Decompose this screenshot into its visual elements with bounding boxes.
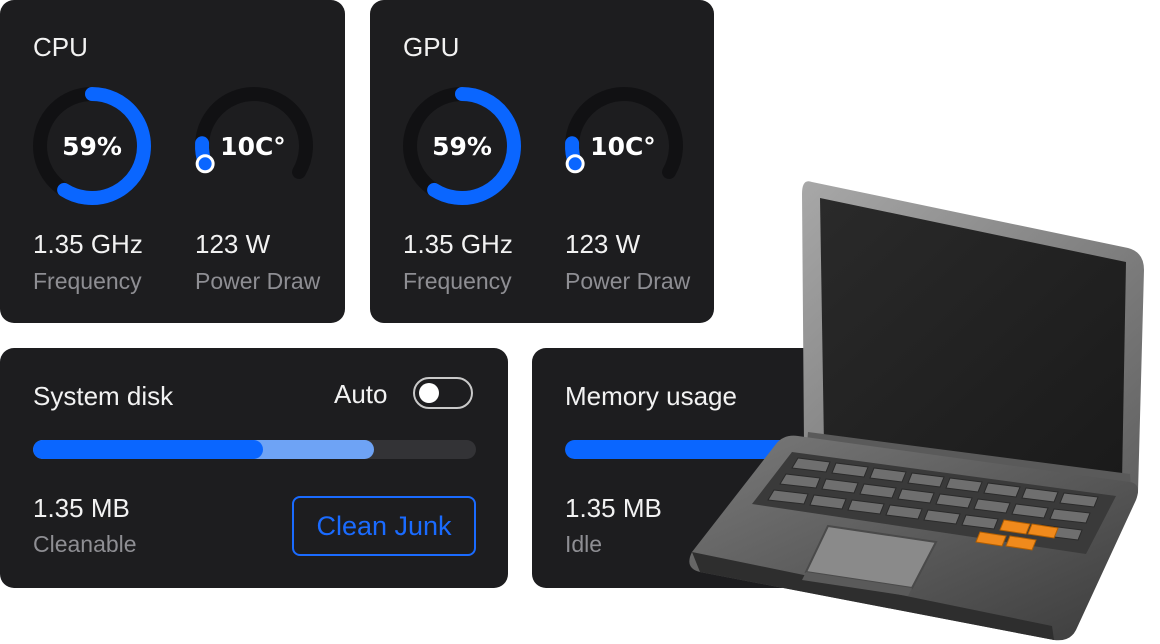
disk-usage-bar [33, 440, 476, 459]
cpu-card: CPU 59% 10C° 1.35 GHz Frequency 123 W Po… [0, 0, 345, 323]
cpu-frequency-value: 1.35 GHz [33, 229, 143, 259]
memory-size-label: Idle [565, 531, 603, 557]
system-disk-title: System disk [33, 381, 174, 411]
cpu-power-label: Power Draw [195, 268, 321, 294]
auto-toggle-knob [419, 383, 439, 403]
gpu-card: GPU 59% 10C° 1.35 GHz Frequency 123 W Po… [370, 0, 714, 323]
gpu-usage-gauge: 59% [403, 87, 521, 205]
disk-size-value: 1.35 MB [33, 493, 130, 523]
gpu-power-value: 123 W [565, 229, 641, 259]
clean-junk-button[interactable]: Clean Junk [292, 496, 476, 556]
gpu-frequency-value: 1.35 GHz [403, 229, 513, 259]
cpu-usage-gauge: 59% [33, 87, 151, 205]
gpu-temperature-label: 10C° [590, 132, 656, 161]
cpu-usage-label: 59% [62, 132, 122, 161]
system-disk-card: System disk Auto 1.35 MB Cleanable Clean… [0, 348, 508, 588]
laptop-illustration [689, 181, 1144, 641]
cpu-temperature-gauge: 10C° [195, 87, 313, 179]
cpu-frequency-label: Frequency [33, 268, 142, 294]
auto-toggle[interactable] [413, 377, 473, 409]
disk-size-label: Cleanable [33, 531, 137, 557]
auto-label: Auto [334, 379, 388, 409]
cpu-temperature-indicator [195, 154, 215, 174]
cpu-temperature-label: 10C° [220, 132, 286, 161]
gpu-power-label: Power Draw [565, 268, 691, 294]
memory-size-value: 1.35 MB [565, 493, 662, 523]
gpu-title: GPU [403, 32, 460, 62]
gpu-temperature-gauge: 10C° [565, 87, 683, 179]
cpu-power-value: 123 W [195, 229, 271, 259]
gpu-frequency-label: Frequency [403, 268, 512, 294]
gpu-temperature-indicator [565, 154, 585, 174]
disk-used-fill [33, 440, 264, 459]
cpu-title: CPU [33, 32, 88, 62]
gpu-usage-label: 59% [432, 132, 492, 161]
